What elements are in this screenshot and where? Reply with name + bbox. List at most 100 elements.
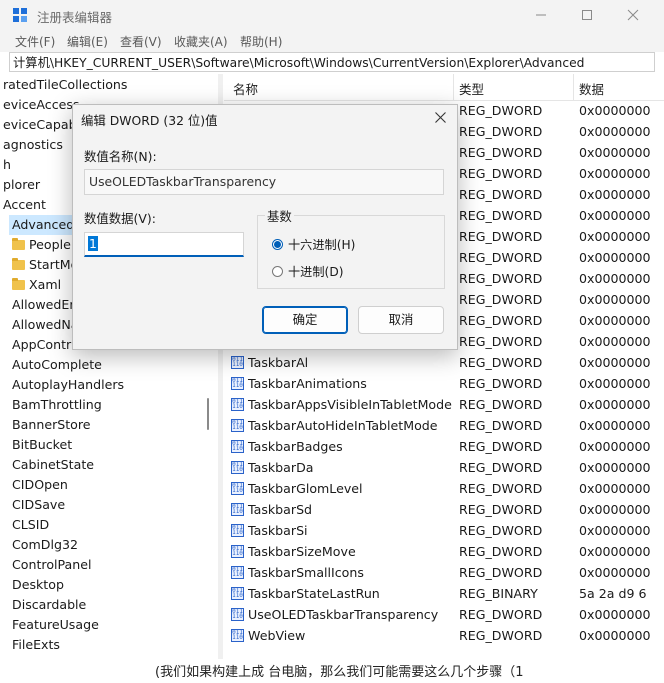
value-row[interactable]: 011 110 TaskbarSd REG_DWORD 0x0000000 — [224, 499, 664, 520]
tree-item-label: CLSID — [12, 517, 50, 532]
tree-item[interactable]: Accent — [0, 195, 49, 215]
column-data[interactable]: 数据 — [579, 79, 604, 98]
value-row[interactable]: 011 110 TaskbarAutoHideInTabletMode REG_DWO… — [224, 415, 664, 436]
value-data: 0x0000000 — [579, 124, 651, 139]
value-type: REG_DWORD — [459, 124, 543, 139]
column-divider[interactable] — [453, 74, 454, 100]
binary-value-icon: 011110 — [231, 440, 244, 453]
binary-value-icon: 011110 — [231, 545, 244, 558]
minimize-button[interactable] — [518, 0, 564, 30]
value-data: 0x0000000 — [579, 565, 651, 580]
value-data: 0x0000000 — [579, 523, 651, 538]
tree-item-label: CabinetState — [12, 457, 95, 472]
tree-item[interactable]: agnostics — [0, 135, 66, 155]
value-data: 0x0000000 — [579, 544, 651, 559]
value-data-text: 1 — [88, 236, 98, 251]
value-data: 0x0000000 — [579, 607, 651, 622]
value-type: REG_DWORD — [459, 565, 543, 580]
tree-item[interactable]: Desktop — [9, 575, 67, 595]
value-data-input[interactable]: 1 — [84, 232, 244, 257]
value-type: REG_DWORD — [459, 523, 543, 538]
value-row[interactable]: 011 110 TaskbarStateLastRun REG_BINARY 5a 2a… — [224, 583, 664, 604]
value-name: TaskbarStateLastRun — [248, 586, 380, 601]
cancel-button[interactable]: 取消 — [358, 306, 444, 334]
tree-item[interactable]: Xaml — [9, 275, 64, 295]
column-type[interactable]: 类型 — [459, 79, 484, 98]
close-window-button[interactable] — [610, 0, 656, 30]
menu-edit[interactable]: 编辑(E) — [67, 33, 108, 50]
tree-item-label: FeatureUsage — [12, 617, 99, 632]
value-row[interactable]: 011 110 TaskbarSi REG_DWORD 0x0000000 — [224, 520, 664, 541]
tree-item[interactable]: FeatureUsage — [9, 615, 102, 635]
radio-dec-indicator[interactable] — [272, 266, 283, 277]
tree-item-label: AutoComplete — [12, 357, 102, 372]
value-row[interactable]: 011 110 WebView REG_DWORD 0x0000000 — [224, 625, 664, 646]
tree-item[interactable]: AutoplayHandlers — [9, 375, 127, 395]
tree-item-label: ComDlg32 — [12, 537, 78, 552]
value-row[interactable]: 011 110 TaskbarGlomLevel REG_DWORD 0x0000000 — [224, 478, 664, 499]
value-row[interactable]: 011 110 TaskbarSmallIcons REG_DWORD 0x000000… — [224, 562, 664, 583]
menu-help[interactable]: 帮助(H) — [240, 33, 282, 50]
tree-item[interactable]: StartMo — [9, 255, 81, 275]
tree-item[interactable]: h — [0, 155, 14, 175]
radio-hex[interactable]: 十六进制(H) — [272, 236, 355, 254]
value-row[interactable]: 011 110 TaskbarAppsVisibleInTabletMode REG_… — [224, 394, 664, 415]
column-name[interactable]: 名称 — [233, 79, 258, 98]
radio-dec[interactable]: 十进制(D) — [272, 263, 343, 281]
value-row[interactable]: 011 110 TaskbarSizeMove REG_DWORD 0x0000000 — [224, 541, 664, 562]
menu-file[interactable]: 文件(F) — [15, 33, 55, 50]
tree-item[interactable]: CLSID — [9, 515, 52, 535]
value-type: REG_DWORD — [459, 187, 543, 202]
edit-dword-dialog: 编辑 DWORD (32 位)值 数值名称(N): UseOLEDTaskbar… — [72, 104, 458, 350]
tree-item[interactable]: AllowedEn — [9, 295, 80, 315]
tree-item-label: AllowedEn — [12, 297, 78, 312]
value-row[interactable]: 011 110 UseOLEDTaskbarTransparency REG_DWOR… — [224, 604, 664, 625]
folder-icon — [12, 238, 25, 250]
tree-item[interactable]: plorer — [0, 175, 43, 195]
ok-button[interactable]: 确定 — [262, 306, 348, 334]
menu-favorites[interactable]: 收藏夹(A) — [174, 33, 228, 50]
value-type: REG_DWORD — [459, 229, 543, 244]
value-data: 5a 2a d9 6 — [579, 586, 647, 601]
tree-item[interactable]: BamThrottling — [9, 395, 105, 415]
value-type: REG_DWORD — [459, 292, 543, 307]
value-row[interactable]: 011 110 TaskbarBadges REG_DWORD 0x0000000 — [224, 436, 664, 457]
value-data: 0x0000000 — [579, 502, 651, 517]
binary-value-icon: 011110 — [231, 629, 244, 642]
dialog-close-button[interactable] — [427, 107, 453, 129]
tree-item[interactable]: AutoComplete — [9, 355, 105, 375]
minimize-icon — [536, 14, 546, 16]
value-row[interactable]: 011 110 TaskbarDa REG_DWORD 0x0000000 — [224, 457, 664, 478]
tree-item[interactable]: AppContra — [9, 335, 82, 355]
binary-value-icon: 011110 — [231, 419, 244, 432]
tree-item[interactable]: FileExts — [9, 635, 63, 655]
tree-item[interactable]: CIDSave — [9, 495, 68, 515]
tree-item[interactable]: Advanced — [9, 215, 78, 235]
tree-item[interactable]: ControlPanel — [9, 555, 95, 575]
value-name: UseOLEDTaskbarTransparency — [248, 607, 439, 622]
tree-item[interactable]: BitBucket — [9, 435, 75, 455]
tree-item[interactable]: CabinetState — [9, 455, 97, 475]
value-name: TaskbarAppsVisibleInTabletMode — [248, 397, 452, 412]
tree-item[interactable]: CIDOpen — [9, 475, 71, 495]
value-type: REG_BINARY — [459, 586, 538, 601]
column-divider[interactable] — [573, 74, 574, 100]
value-row[interactable]: 011 110 TaskbarAl REG_DWORD 0x0000000 — [224, 352, 664, 373]
maximize-button[interactable] — [564, 0, 610, 30]
tree-item[interactable]: AllowedNa — [9, 315, 82, 335]
tree-item[interactable]: ComDlg32 — [9, 535, 81, 555]
value-data: 0x0000000 — [579, 439, 651, 454]
value-row[interactable]: 011 110 TaskbarAnimations REG_DWORD 0x000000… — [224, 373, 664, 394]
address-bar[interactable]: 计算机\HKEY_CURRENT_USER\Software\Microsoft… — [9, 52, 655, 72]
menu-view[interactable]: 查看(V) — [120, 33, 162, 50]
tree-item[interactable]: eviceAccess — [0, 95, 83, 115]
tree-item[interactable]: People — [9, 235, 74, 255]
radio-hex-indicator[interactable] — [272, 239, 283, 250]
value-type: REG_DWORD — [459, 439, 543, 454]
binary-value-icon: 011110 — [231, 461, 244, 474]
tree-item[interactable]: BannerStore — [9, 415, 94, 435]
tree-item[interactable]: Discardable — [9, 595, 89, 615]
tree-item[interactable]: ratedTileCollections — [0, 75, 130, 95]
tree-scrollbar[interactable] — [207, 398, 209, 430]
tree-item[interactable]: eviceCapab — [0, 115, 80, 135]
